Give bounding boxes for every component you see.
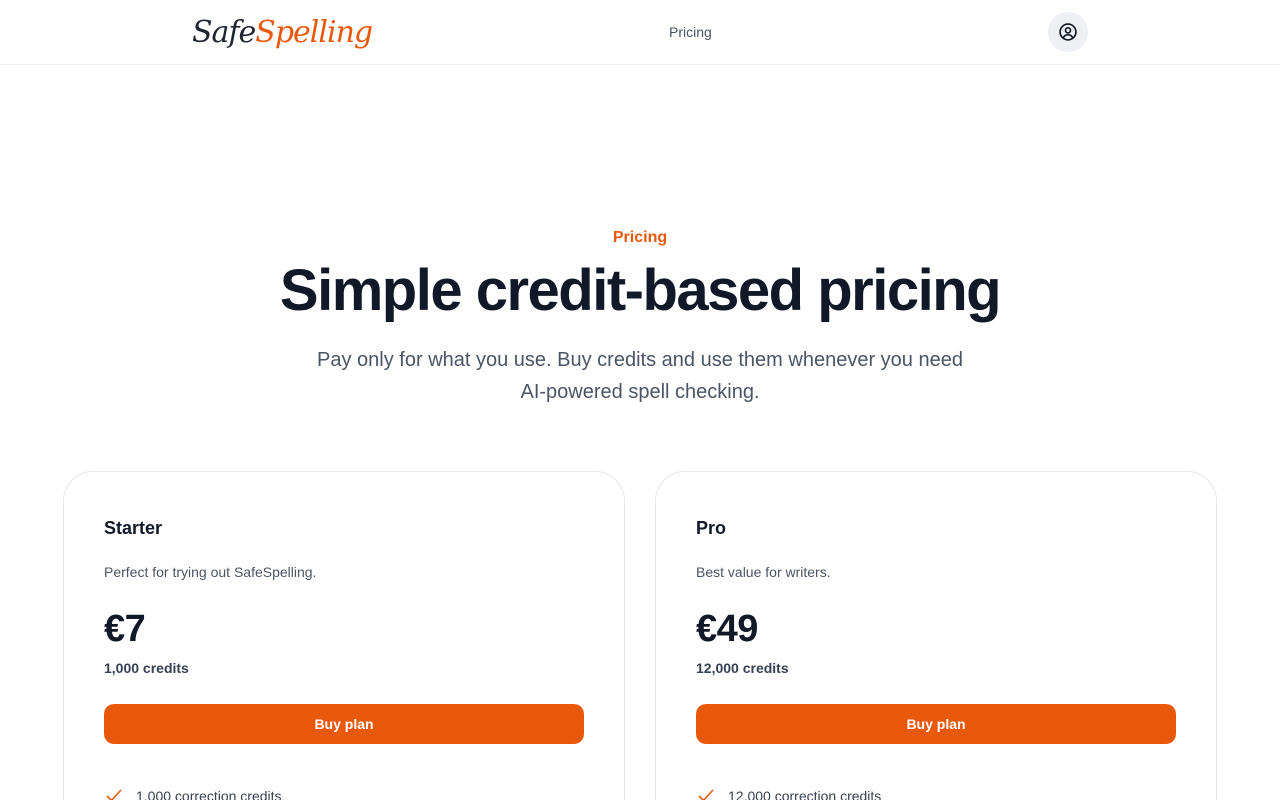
safespelling-logo[interactable]: SafeSpelling bbox=[192, 8, 373, 58]
plan-description: Best value for writers. bbox=[696, 564, 831, 580]
plan-price: €7 bbox=[104, 608, 146, 650]
plan-credits: 12,000 credits bbox=[696, 660, 789, 676]
account-button[interactable] bbox=[1048, 12, 1088, 52]
plan-name: Pro bbox=[696, 518, 727, 538]
logo-text-safe: Safe bbox=[192, 15, 256, 50]
check-icon bbox=[696, 786, 716, 800]
page-title: Simple credit-based pricing bbox=[279, 258, 1002, 323]
check-icon bbox=[104, 786, 124, 800]
feature-label: 12,000 correction credits bbox=[728, 788, 882, 800]
plan-description: Perfect for trying out SafeSpelling. bbox=[104, 564, 317, 580]
feature-item: 1,000 correction credits bbox=[104, 786, 282, 800]
section-eyebrow: Pricing bbox=[612, 229, 668, 246]
buy-plan-button-starter[interactable]: Buy plan bbox=[104, 704, 584, 744]
feature-item: 12,000 correction credits bbox=[696, 786, 881, 800]
nav-pricing-link[interactable]: Pricing bbox=[669, 22, 712, 42]
plan-price: €49 bbox=[696, 608, 758, 650]
pricing-card-starter: Starter Perfect for trying out SafeSpell… bbox=[63, 471, 625, 800]
pricing-card-pro: Pro Best value for writers. €49 12,000 c… bbox=[655, 471, 1217, 800]
buy-plan-button-pro[interactable]: Buy plan bbox=[696, 704, 1176, 744]
user-circle-icon bbox=[1058, 22, 1078, 42]
site-header: SafeSpelling Pricing bbox=[0, 0, 1280, 65]
plan-credits: 1,000 credits bbox=[104, 660, 189, 676]
plan-name: Starter bbox=[104, 518, 163, 538]
page-subtitle: Pay only for what you use. Buy credits a… bbox=[317, 349, 963, 403]
feature-label: 1,000 correction credits bbox=[136, 788, 282, 800]
logo-text-spelling: Spelling bbox=[255, 15, 373, 50]
